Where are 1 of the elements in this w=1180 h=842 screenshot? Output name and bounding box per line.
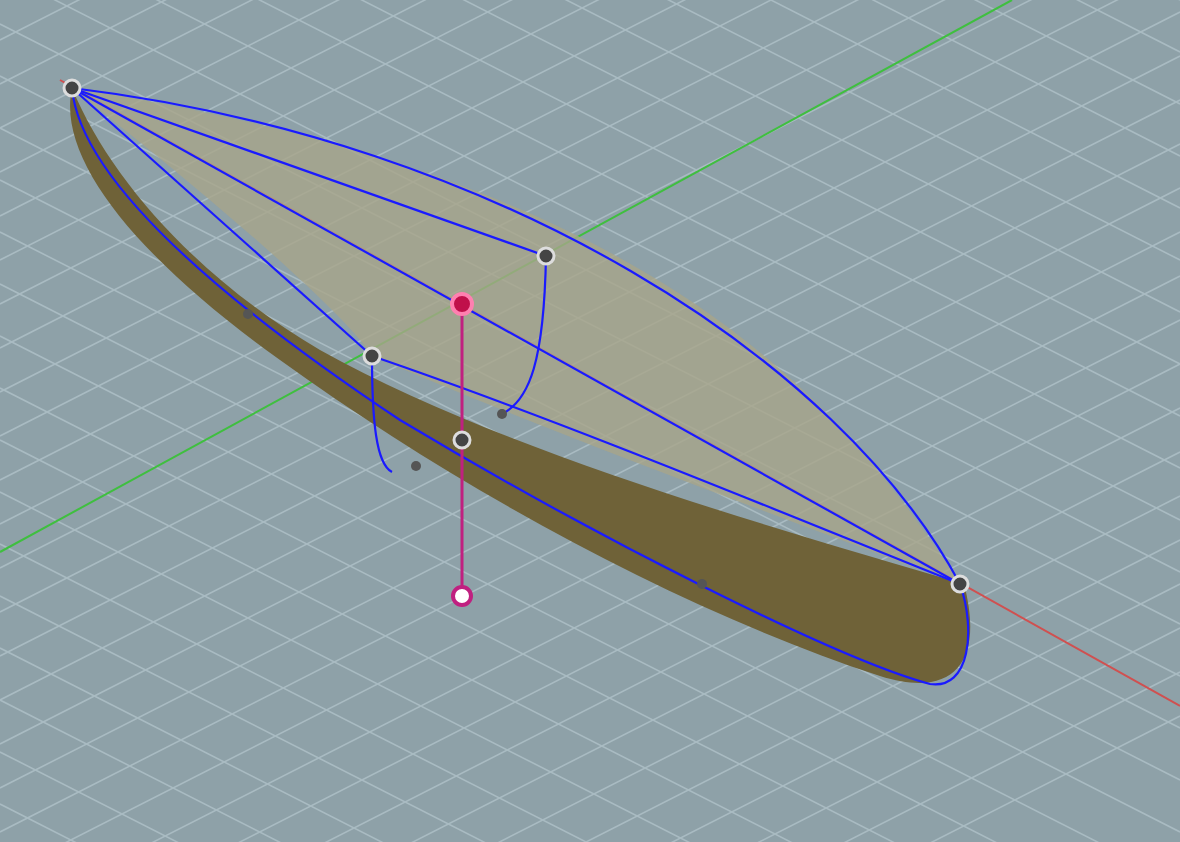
handle-point-icon[interactable] <box>451 585 473 607</box>
